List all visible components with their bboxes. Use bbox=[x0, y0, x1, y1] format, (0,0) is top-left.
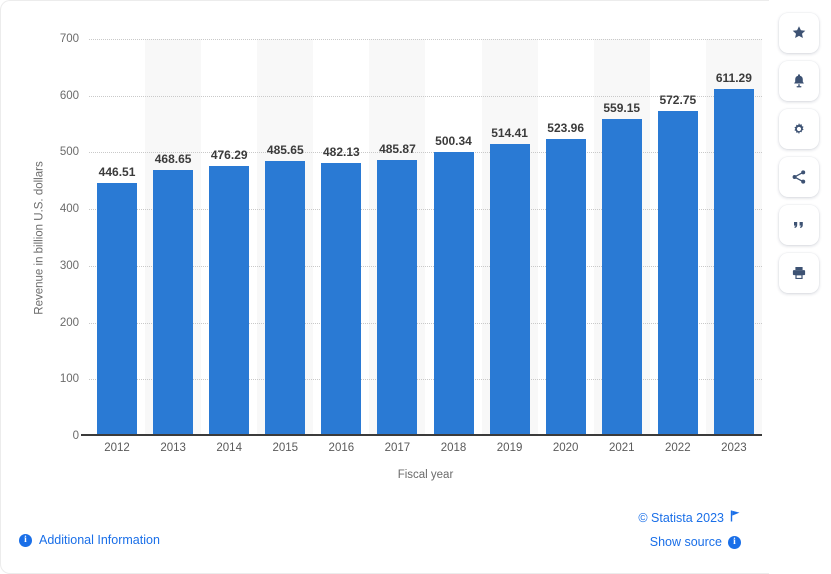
favorite-button[interactable] bbox=[779, 13, 819, 53]
show-source-label: Show source bbox=[649, 535, 722, 549]
bar[interactable] bbox=[153, 170, 194, 436]
x-axis-tick-label: 2020 bbox=[552, 442, 579, 454]
bar-column[interactable]: 611.29 bbox=[706, 39, 762, 436]
share-icon bbox=[791, 169, 807, 185]
copyright: © Statista 2023 bbox=[638, 510, 741, 525]
x-axis-line bbox=[81, 434, 762, 436]
bar[interactable] bbox=[713, 89, 754, 436]
y-axis-tick-label: 600 bbox=[59, 89, 79, 102]
copyright-label: © Statista 2023 bbox=[638, 510, 724, 525]
x-axis-tick-label: 2013 bbox=[160, 442, 186, 454]
y-axis-tick-label: 400 bbox=[59, 203, 79, 216]
x-axis-tick-label: 2021 bbox=[608, 442, 635, 454]
bar-column[interactable]: 559.15 bbox=[594, 39, 650, 436]
bar[interactable] bbox=[545, 138, 586, 436]
bar-value-label: 572.75 bbox=[659, 93, 697, 108]
bar-value-label: 611.29 bbox=[715, 71, 752, 86]
bar-series: 446.51 468.65 476.29 485.65 482.13 485.87 500.… bbox=[89, 39, 762, 436]
print-icon bbox=[791, 265, 807, 281]
y-axis-tick-label: 0 bbox=[72, 430, 79, 442]
bar[interactable] bbox=[657, 111, 698, 436]
bar-column[interactable]: 572.75 bbox=[650, 39, 706, 436]
bar[interactable] bbox=[209, 165, 250, 436]
bar-value-label: 485.65 bbox=[266, 142, 304, 157]
flag-icon bbox=[730, 510, 741, 525]
bar-column[interactable]: 514.41 bbox=[482, 39, 538, 436]
star-icon bbox=[791, 25, 807, 41]
additional-information-label: Additional Information bbox=[39, 533, 160, 547]
bar-value-label: 446.51 bbox=[98, 164, 136, 179]
share-button[interactable] bbox=[779, 157, 819, 197]
bar-column[interactable]: 476.29 bbox=[201, 39, 257, 436]
bar-value-label: 482.13 bbox=[322, 144, 360, 159]
x-axis-tick-label: 2023 bbox=[721, 442, 747, 454]
bar-value-label: 485.87 bbox=[379, 142, 416, 157]
bar-value-label: 559.15 bbox=[603, 100, 641, 115]
x-axis-tick-label: 2015 bbox=[272, 442, 299, 454]
bar[interactable] bbox=[489, 144, 530, 436]
bar[interactable] bbox=[97, 182, 138, 436]
chart-card: Revenue in billion U.S. dollars 0 100 200 3… bbox=[0, 0, 769, 574]
info-icon: i bbox=[19, 533, 32, 547]
cite-button[interactable] bbox=[779, 205, 819, 245]
screenshot-root: Revenue in billion U.S. dollars 0 100 200 3… bbox=[0, 0, 831, 574]
show-source-link[interactable]: Show source i bbox=[650, 535, 741, 549]
bar-column[interactable]: 468.65 bbox=[145, 39, 201, 436]
x-axis-tick-label: 2012 bbox=[104, 442, 130, 454]
alert-button[interactable] bbox=[779, 61, 819, 101]
side-toolbar bbox=[779, 13, 819, 293]
bar-column[interactable]: 500.34 bbox=[425, 39, 481, 436]
x-axis-tick-label: 2016 bbox=[328, 442, 355, 454]
bar[interactable] bbox=[265, 160, 306, 436]
bell-icon bbox=[791, 73, 807, 89]
plot-area: 446.51 468.65 476.29 485.65 482.13 485.87 500.… bbox=[81, 39, 762, 436]
bar-column[interactable]: 485.65 bbox=[257, 39, 313, 436]
print-button[interactable] bbox=[779, 253, 819, 293]
bar[interactable] bbox=[433, 152, 474, 436]
x-axis-tick-label: 2022 bbox=[665, 442, 691, 454]
quote-icon bbox=[791, 217, 807, 233]
additional-information-link[interactable]: i Additional Information bbox=[19, 533, 160, 547]
bar-column[interactable]: 485.87 bbox=[369, 39, 425, 436]
x-axis-tick-label: 2017 bbox=[384, 442, 411, 454]
bar[interactable] bbox=[377, 160, 418, 436]
bar-column[interactable]: 523.96 bbox=[538, 39, 594, 436]
bar-value-label: 523.96 bbox=[547, 120, 585, 135]
x-axis-tick-label: 2019 bbox=[496, 442, 523, 454]
x-axis-tick-label: 2018 bbox=[440, 442, 467, 454]
y-axis-tick-label: 700 bbox=[59, 33, 79, 45]
info-icon: i bbox=[728, 535, 741, 549]
bar-value-label: 476.29 bbox=[210, 147, 248, 162]
bar[interactable] bbox=[601, 118, 642, 436]
bar-column[interactable]: 482.13 bbox=[313, 39, 369, 436]
x-axis-title: Fiscal year bbox=[397, 469, 454, 481]
y-axis-tick-label: 500 bbox=[59, 146, 79, 159]
y-axis-tick-label: 200 bbox=[59, 316, 79, 329]
gear-icon bbox=[791, 121, 807, 137]
x-axis-ticks: 2012 2013 2014 2015 2016 2017 2018 2019 2020 2021… bbox=[89, 442, 762, 454]
y-axis-ticks: 0 100 200 300 400 500 600 700 bbox=[9, 33, 96, 442]
y-axis-tick-label: 300 bbox=[59, 259, 79, 272]
bar-column[interactable]: 446.51 bbox=[89, 39, 145, 436]
bar-value-label: 514.41 bbox=[491, 126, 528, 141]
bar-value-label: 468.65 bbox=[154, 152, 192, 167]
bar[interactable] bbox=[321, 162, 362, 436]
settings-button[interactable] bbox=[779, 109, 819, 149]
x-axis-tick-label: 2014 bbox=[216, 442, 242, 454]
y-axis-tick-label: 100 bbox=[59, 373, 79, 386]
bar-value-label: 500.34 bbox=[435, 134, 472, 149]
